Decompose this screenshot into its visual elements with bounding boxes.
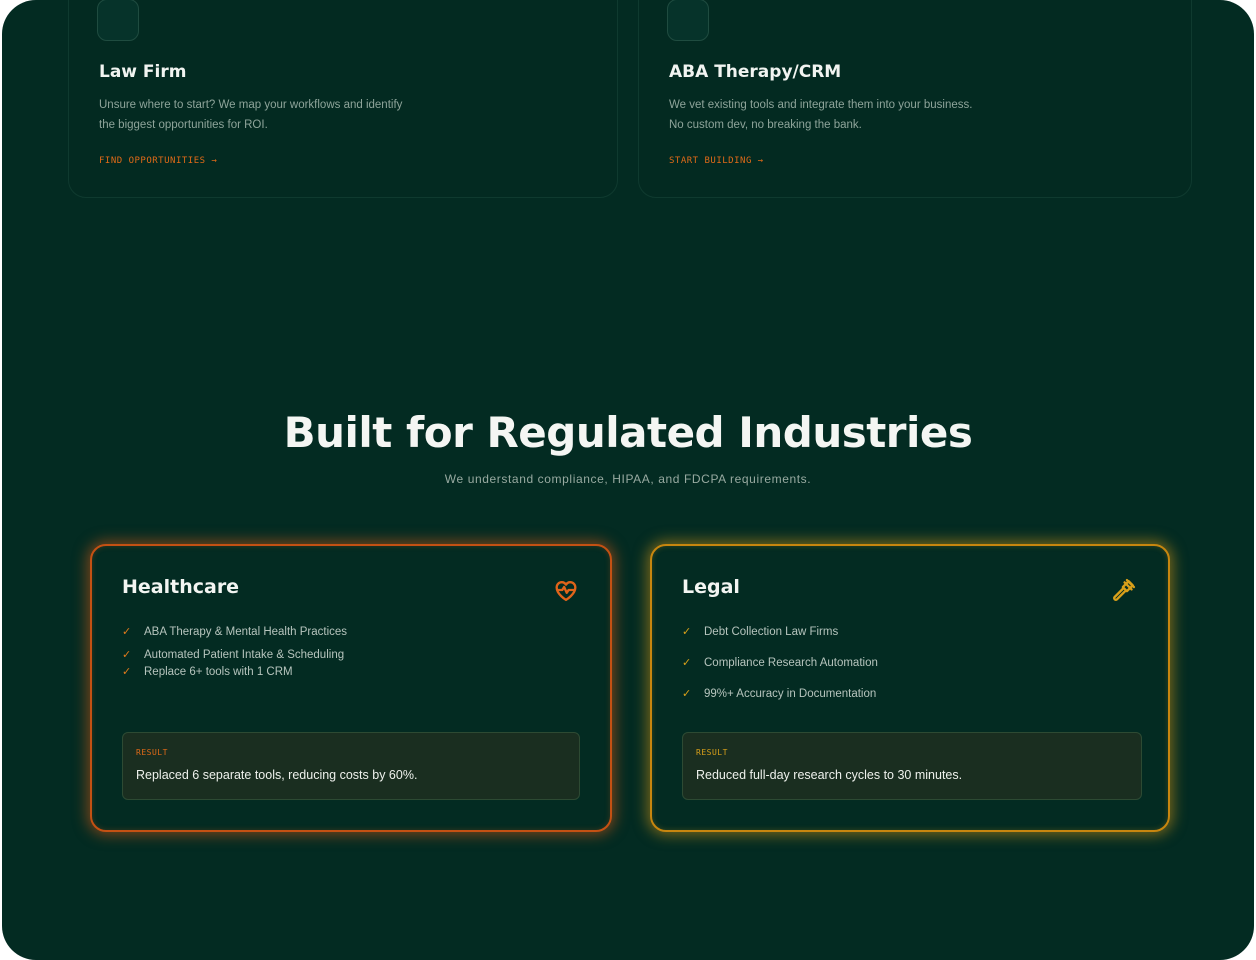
list-item: ✓ Automated Patient Intake & Scheduling [122,647,352,664]
industry-card-healthcare: Healthcare ✓ ABA Therapy & Mental Health … [90,544,612,832]
service-icon-placeholder [667,0,709,41]
list-item: ✓ Debt Collection Law Firms [682,624,1002,641]
service-description: Unsure where to start? We map your workf… [99,99,403,131]
result-label: RESULT [136,748,168,757]
start-building-link[interactable]: START BUILDING → [669,156,764,166]
service-card-law-firm: Law Firm Unsure where to start? We map y… [68,0,618,198]
service-title: ABA Therapy/CRM [669,62,842,82]
find-opportunities-link[interactable]: FIND OPPORTUNITIES → [99,156,217,166]
industry-title: Healthcare [122,576,240,598]
service-description: We vet existing tools and integrate them… [669,99,973,131]
industry-feature-list: ✓ Debt Collection Law Firms ✓ Compliance R… [682,624,1002,717]
result-text: Reduced full-day research cycles to 30 m… [696,768,963,782]
check-icon: ✓ [682,626,692,638]
list-item: ✓ Compliance Research Automation [682,655,1002,672]
result-text: Replaced 6 separate tools, reducing cost… [136,768,418,782]
section-title: Built for Regulated Industries [283,408,973,457]
check-icon: ✓ [122,649,132,661]
service-icon-placeholder [97,0,139,41]
result-box: RESULT Replaced 6 separate tools, reduci… [122,732,580,800]
gavel-icon [1110,576,1138,604]
list-item: ✓ ABA Therapy & Mental Health Practices [122,624,352,641]
check-icon: ✓ [682,688,692,700]
check-icon: ✓ [122,666,132,678]
check-icon: ✓ [682,657,692,669]
heart-pulse-icon [552,576,580,604]
check-icon: ✓ [122,626,132,638]
service-card-aba-therapy-crm: ABA Therapy/CRM We vet existing tools an… [638,0,1192,198]
service-title: Law Firm [99,62,187,82]
list-item: ✓ 99%+ Accuracy in Documentation [682,686,1002,703]
industry-title: Legal [682,576,740,598]
section-subtitle: We understand compliance, HIPAA, and FDC… [444,472,812,486]
result-label: RESULT [696,748,728,757]
list-item: ✓ Replace 6+ tools with 1 CRM [122,664,352,681]
industry-feature-list: ✓ ABA Therapy & Mental Health Practices ✓… [122,624,352,687]
result-box: RESULT Reduced full-day research cycles … [682,732,1142,800]
page-frame: Law Firm Unsure where to start? We map y… [2,0,1254,960]
industry-card-legal: Legal ✓ Debt Collection Law Firms ✓ Compli… [650,544,1170,832]
